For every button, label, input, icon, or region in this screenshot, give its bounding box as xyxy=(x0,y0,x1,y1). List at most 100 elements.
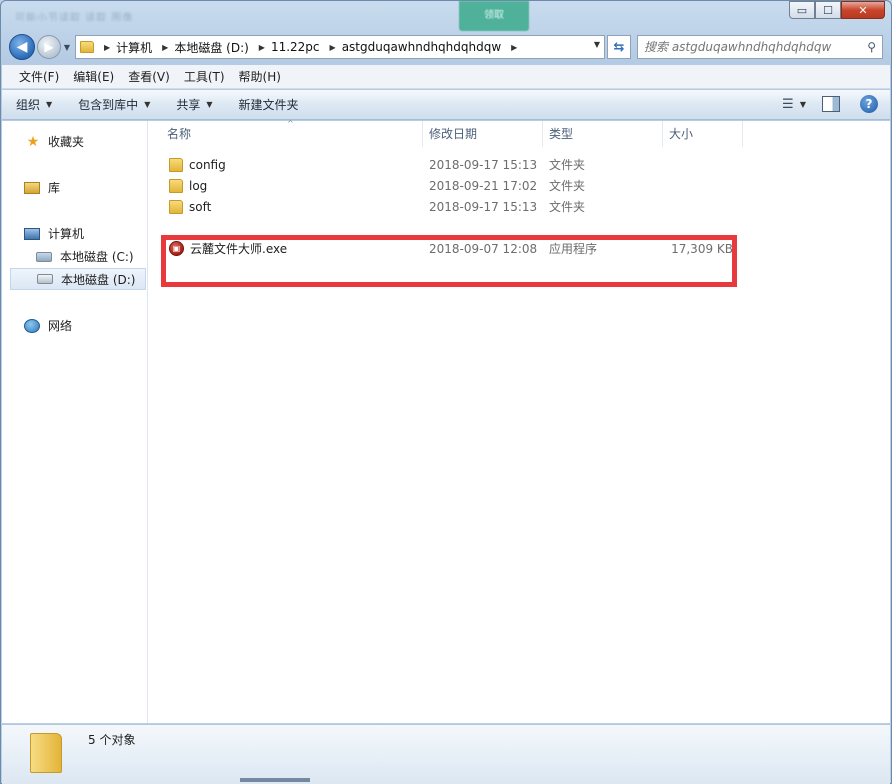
chevron-right-icon[interactable]: ▶ xyxy=(330,43,336,52)
file-type: 应用程序 xyxy=(549,242,598,256)
sidebar-item-favorites[interactable]: ★ 收藏夹 xyxy=(24,133,84,150)
sidebar-item-label: 网络 xyxy=(48,319,73,333)
file-name: 云麓文件大师.exe xyxy=(190,242,288,256)
search-icon[interactable]: ⚲ xyxy=(867,40,876,54)
folder-icon xyxy=(169,157,183,172)
breadcrumb-folder-1122pc[interactable]: 11.22pc xyxy=(271,40,320,54)
drive-icon xyxy=(37,274,53,284)
menu-edit[interactable]: 编辑(E) xyxy=(66,68,121,85)
folder-icon xyxy=(169,221,183,235)
window-title: 可能小节读取 读取 图像 xyxy=(15,13,134,21)
sidebar-item-libraries[interactable]: 库 xyxy=(24,179,60,196)
menu-view[interactable]: 查看(V) xyxy=(121,68,177,85)
title-bar: 可能小节读取 读取 图像 领取 ▭ ☐ ✕ xyxy=(1,1,891,31)
library-icon xyxy=(24,181,40,194)
file-name-cell: soft xyxy=(169,199,419,214)
sidebar-item-label: 计算机 xyxy=(48,227,85,241)
file-date: 2018-09-17 15:13 xyxy=(429,157,538,172)
maximize-button[interactable]: ☐ xyxy=(815,1,841,19)
arrow-left-icon: ◀ xyxy=(16,39,28,55)
sidebar-item-label: 库 xyxy=(48,181,61,195)
status-bar: 5 个对象 xyxy=(2,724,890,784)
sidebar-item-drive-d[interactable]: 本地磁盘 (D:) xyxy=(10,268,146,290)
title-overlay-button[interactable]: 领取 xyxy=(459,1,529,31)
column-header-date[interactable]: 修改日期 xyxy=(423,121,543,147)
include-library-label: 包含到库中 xyxy=(78,98,139,112)
file-name: log xyxy=(189,178,208,193)
network-icon xyxy=(24,318,40,333)
chevron-down-icon: ▼ xyxy=(206,100,213,109)
folder-icon xyxy=(80,41,94,53)
include-in-library-button[interactable]: 包含到库中 ▼ xyxy=(78,96,150,113)
navigation-row: ◀ ▶ ▼ ▶ 计算机 ▶ 本地磁盘 (D:) ▶ 11.22pc ▶ astg… xyxy=(9,32,883,62)
sidebar-item-label: 本地磁盘 (D:) xyxy=(61,272,136,287)
help-icon[interactable]: ? xyxy=(860,95,878,113)
address-dropdown[interactable]: ▼ xyxy=(594,40,600,49)
sidebar-item-drive-c[interactable]: 本地磁盘 (C:) xyxy=(36,248,134,265)
refresh-button[interactable]: ⇆ xyxy=(607,35,631,59)
address-bar[interactable]: ▶ 计算机 ▶ 本地磁盘 (D:) ▶ 11.22pc ▶ astgduqawh… xyxy=(75,35,605,59)
share-button[interactable]: 共享 ▼ xyxy=(176,96,212,113)
arrow-right-icon: ▶ xyxy=(44,40,54,54)
close-button[interactable]: ✕ xyxy=(841,1,885,19)
chevron-right-icon[interactable]: ▶ xyxy=(511,43,517,52)
file-date: 2018-09-21 17:02 xyxy=(429,220,538,235)
column-header-type[interactable]: 类型 xyxy=(543,121,663,147)
view-options-dropdown[interactable]: ▼ xyxy=(800,100,806,109)
share-label: 共享 xyxy=(176,98,201,112)
menu-bar: 文件(F) 编辑(E) 查看(V) 工具(T) 帮助(H) xyxy=(2,65,890,89)
sidebar-item-label: 收藏夹 xyxy=(48,135,85,149)
file-name: config xyxy=(189,157,226,172)
organize-button[interactable]: 组织 ▼ xyxy=(16,96,52,113)
view-controls: ☰ ▼ ? xyxy=(776,94,878,114)
window-controls: ▭ ☐ ✕ xyxy=(789,1,885,19)
view-options-icon[interactable]: ☰ xyxy=(776,94,800,114)
back-button[interactable]: ◀ xyxy=(9,34,35,60)
file-type: 文件夹 xyxy=(549,158,586,172)
explorer-window: 可能小节读取 读取 图像 领取 ▭ ☐ ✕ ◀ ▶ ▼ ▶ 计算机 ▶ 本地磁盘… xyxy=(0,0,892,784)
breadcrumb-drive-d[interactable]: 本地磁盘 (D:) xyxy=(174,39,248,56)
sidebar-item-computer[interactable]: 计算机 xyxy=(24,225,84,242)
minimize-button[interactable]: ▭ xyxy=(789,1,815,19)
chevron-right-icon[interactable]: ▶ xyxy=(104,43,110,52)
chevron-right-icon[interactable]: ▶ xyxy=(259,43,265,52)
forward-button[interactable]: ▶ xyxy=(37,35,61,59)
chevron-right-icon[interactable]: ▶ xyxy=(162,43,168,52)
refresh-icon: ⇆ xyxy=(613,39,625,55)
file-name: temp xyxy=(189,220,221,235)
column-header-name[interactable]: 名称 xyxy=(161,121,423,147)
column-header-size[interactable]: 大小 xyxy=(663,121,743,147)
organize-label: 组织 xyxy=(16,98,41,112)
file-type: 文件夹 xyxy=(549,221,586,235)
star-icon: ★ xyxy=(26,133,40,150)
taskbar-edge xyxy=(240,778,310,782)
breadcrumb-current-folder[interactable]: astgduqawhndhqhdqhdqw xyxy=(342,40,501,54)
sidebar-item-network[interactable]: 网络 xyxy=(24,317,72,334)
item-count: 5 个对象 xyxy=(88,733,136,747)
search-input[interactable] xyxy=(644,40,868,54)
computer-icon xyxy=(24,227,40,240)
new-folder-button[interactable]: 新建文件夹 xyxy=(239,96,299,113)
folder-icon xyxy=(169,199,183,214)
recent-pages-dropdown[interactable]: ▼ xyxy=(61,43,73,52)
search-box[interactable]: ⚲ xyxy=(637,35,883,59)
sidebar-item-label: 本地磁盘 (C:) xyxy=(60,250,134,264)
file-type: 文件夹 xyxy=(549,200,586,214)
file-size: 17,309 KB xyxy=(671,241,733,256)
preview-pane-icon[interactable] xyxy=(822,96,840,112)
menu-help[interactable]: 帮助(H) xyxy=(232,68,288,85)
breadcrumb-computer[interactable]: 计算机 xyxy=(116,39,152,56)
file-list: ^ 名称 修改日期 类型 大小 config 2018-09-17 15:13 … xyxy=(149,119,890,723)
file-name: soft xyxy=(189,199,212,214)
menu-tools[interactable]: 工具(T) xyxy=(177,68,232,85)
drive-icon xyxy=(36,251,52,262)
chevron-down-icon: ▼ xyxy=(46,100,53,109)
folder-icon xyxy=(169,178,183,193)
file-name-cell: log xyxy=(169,178,419,193)
menu-file[interactable]: 文件(F) xyxy=(12,68,66,85)
file-name-cell: ▣ 云麓文件大师.exe xyxy=(169,240,419,257)
file-name-cell: temp xyxy=(169,221,419,235)
file-type: 文件夹 xyxy=(549,179,586,193)
file-date: 2018-09-17 15:13 xyxy=(429,199,538,214)
command-bar: 组织 ▼ 包含到库中 ▼ 共享 ▼ 新建文件夹 ☰ ▼ ? xyxy=(2,90,890,120)
